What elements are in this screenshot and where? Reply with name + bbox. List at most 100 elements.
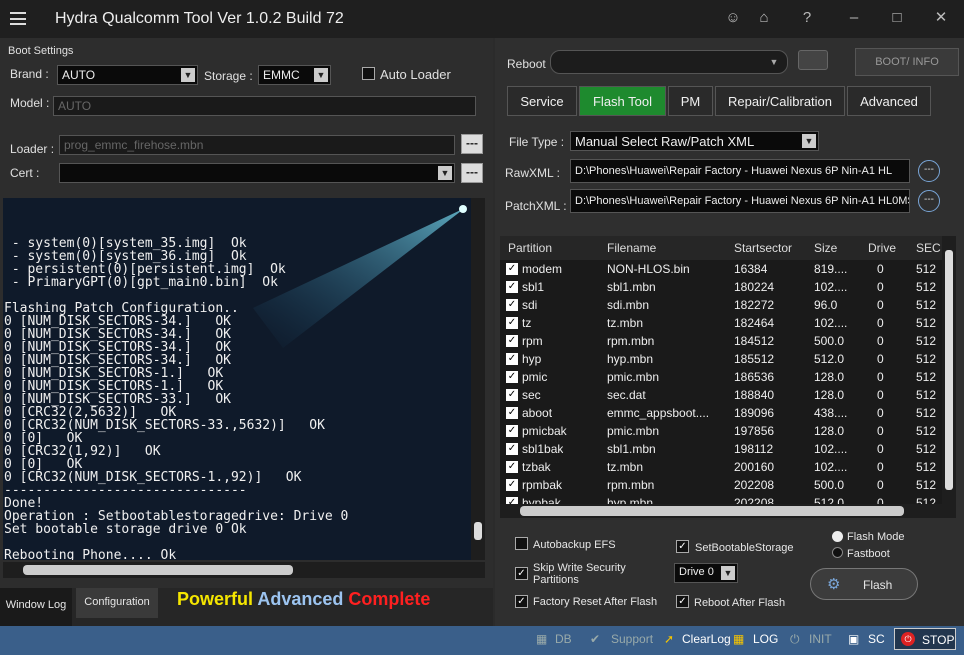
home-icon[interactable]: ⌂ xyxy=(753,8,775,28)
table-horizontal-scrollbar[interactable] xyxy=(500,504,942,518)
tab-advanced[interactable]: Advanced xyxy=(847,86,931,116)
patchxml-input[interactable]: D:\Phones\Huawei\Repair Factory - Huawei… xyxy=(570,189,910,213)
table-cell: 512 xyxy=(916,352,937,366)
table-cell: 198112 xyxy=(734,442,774,456)
file-type-select[interactable]: Manual Select Raw/Patch XML ▼ xyxy=(570,131,819,151)
table-row[interactable]: ✓ rpm rpm.mbn 184512 500.0 0 512 xyxy=(500,332,942,350)
row-checkbox[interactable]: ✓ xyxy=(506,371,518,383)
column-header[interactable]: Partition xyxy=(508,236,552,260)
minimize-icon[interactable]: – xyxy=(843,8,865,28)
factory-reset-label: Factory Reset After Flash xyxy=(533,596,658,608)
slogan: Powerful Advanced Complete xyxy=(177,589,430,610)
table-row[interactable]: ✓ modem NON-HLOS.bin 16384 819.... 0 512 xyxy=(500,260,942,278)
table-row[interactable]: ✓ aboot emmc_appsboot.... 189096 438.... 0 512 xyxy=(500,404,942,422)
column-header[interactable]: Size xyxy=(814,236,837,260)
drive-select[interactable]: Drive 0 ▼ xyxy=(674,563,738,583)
table-row[interactable]: ✓ sec sec.dat 188840 128.0 0 512 xyxy=(500,386,942,404)
row-checkbox[interactable]: ✓ xyxy=(506,443,518,455)
support-button[interactable]: Support xyxy=(611,632,653,646)
row-checkbox[interactable]: ✓ xyxy=(506,461,518,473)
log-vertical-scrollbar[interactable] xyxy=(471,198,485,560)
tab-repair-calibration[interactable]: Repair/Calibration xyxy=(715,86,845,116)
table-row[interactable]: ✓ pmicbak pmic.mbn 197856 128.0 0 512 xyxy=(500,422,942,440)
log-button[interactable]: LOG xyxy=(753,632,778,646)
row-checkbox[interactable]: ✓ xyxy=(506,389,518,401)
column-header[interactable]: Filename xyxy=(607,236,656,260)
row-checkbox[interactable]: ✓ xyxy=(506,281,518,293)
sc-button[interactable]: SC xyxy=(868,632,885,646)
cert-label: Cert : xyxy=(10,166,40,180)
loader-browse-button[interactable]: --- xyxy=(461,134,483,154)
table-cell: 0 xyxy=(877,478,884,492)
rawxml-input[interactable]: D:\Phones\Huawei\Repair Factory - Huawei… xyxy=(570,159,910,183)
brand-select[interactable]: AUTO ▼ xyxy=(57,65,198,85)
autobackup-efs-checkbox[interactable] xyxy=(515,537,528,550)
cert-select[interactable]: ▼ xyxy=(59,163,455,183)
init-button[interactable]: INIT xyxy=(809,632,832,646)
log-line: Set bootable storage drive 0 Ok xyxy=(4,522,247,537)
table-row[interactable]: ✓ pmic pmic.mbn 186536 128.0 0 512 xyxy=(500,368,942,386)
row-checkbox[interactable]: ✓ xyxy=(506,317,518,329)
auto-loader-checkbox[interactable] xyxy=(362,67,375,80)
factory-reset-checkbox[interactable]: ✓ xyxy=(515,595,528,608)
loader-select[interactable]: prog_emmc_firehose.mbn xyxy=(59,135,455,155)
scroll-thumb[interactable] xyxy=(520,506,904,516)
tab-service[interactable]: Service xyxy=(507,86,577,116)
user-icon[interactable]: ☺ xyxy=(722,8,744,28)
table-cell: rpm.mbn xyxy=(607,334,655,348)
column-header[interactable]: Startsector xyxy=(734,236,792,260)
row-checkbox[interactable]: ✓ xyxy=(506,299,518,311)
row-checkbox[interactable]: ✓ xyxy=(506,479,518,491)
maximize-icon[interactable]: □ xyxy=(886,8,908,28)
cert-browse-button[interactable]: --- xyxy=(461,163,483,183)
table-vertical-scrollbar[interactable] xyxy=(942,236,956,518)
reboot-select[interactable]: ▼ xyxy=(550,50,788,74)
tab-window-log[interactable]: Window Log xyxy=(0,588,72,626)
patchxml-browse-button[interactable]: --- xyxy=(918,190,940,212)
fastboot-radio[interactable] xyxy=(832,547,843,558)
reboot-after-checkbox[interactable]: ✓ xyxy=(676,595,689,608)
menu-icon[interactable] xyxy=(10,12,26,25)
table-row[interactable]: ✓ sbl1bak sbl1.mbn 198112 102.... 0 512 xyxy=(500,440,942,458)
table-row[interactable]: ✓ tzbak tz.mbn 200160 102.... 0 512 xyxy=(500,458,942,476)
db-button[interactable]: DB xyxy=(555,632,572,646)
table-row[interactable]: ✓ sdi sdi.mbn 182272 96.0 0 512 xyxy=(500,296,942,314)
scroll-thumb[interactable] xyxy=(945,250,953,490)
tab-configuration[interactable]: Configuration xyxy=(76,588,158,618)
model-select[interactable]: AUTO xyxy=(53,96,476,116)
log-horizontal-scrollbar[interactable] xyxy=(3,562,485,578)
log-line: - PrimaryGPT(0)[gpt_main0.bin] Ok xyxy=(4,275,278,290)
scroll-thumb[interactable] xyxy=(474,522,482,540)
row-checkbox[interactable]: ✓ xyxy=(506,407,518,419)
flash-mode-radio[interactable] xyxy=(832,531,843,542)
stop-button[interactable]: ⏻ STOP xyxy=(894,628,956,650)
flash-button[interactable]: ⚙ Flash xyxy=(810,568,918,600)
tab-pm[interactable]: PM xyxy=(668,86,713,116)
clearlog-button[interactable]: ClearLog xyxy=(682,632,731,646)
rawxml-browse-button[interactable]: --- xyxy=(918,160,940,182)
table-row[interactable]: ✓ hyp hyp.mbn 185512 512.0 0 512 xyxy=(500,350,942,368)
tab-flash-tool[interactable]: Flash Tool xyxy=(579,86,666,116)
storage-select[interactable]: EMMC ▼ xyxy=(258,65,331,85)
row-checkbox[interactable]: ✓ xyxy=(506,263,518,275)
set-bootable-checkbox[interactable]: ✓ xyxy=(676,540,689,553)
row-checkbox[interactable]: ✓ xyxy=(506,335,518,347)
table-row[interactable]: ✓ sbl1 sbl1.mbn 180224 102.... 0 512 xyxy=(500,278,942,296)
column-header[interactable]: Drive xyxy=(868,236,896,260)
row-checkbox[interactable]: ✓ xyxy=(506,353,518,365)
column-header[interactable]: SEC xyxy=(916,236,941,260)
storage-value: EMMC xyxy=(263,68,300,82)
table-cell: 96.0 xyxy=(814,298,838,312)
table-row[interactable]: ✓ rpmbak rpm.mbn 202208 500.0 0 512 xyxy=(500,476,942,494)
scroll-thumb[interactable] xyxy=(23,565,293,575)
table-cell: 512 xyxy=(916,316,937,330)
close-icon[interactable]: ✕ xyxy=(930,8,952,28)
row-checkbox[interactable]: ✓ xyxy=(506,425,518,437)
table-cell: 0 xyxy=(877,334,884,348)
reboot-go-button[interactable] xyxy=(798,50,828,70)
table-cell: rpm xyxy=(522,334,543,348)
help-icon[interactable]: ? xyxy=(796,8,818,28)
table-row[interactable]: ✓ tz tz.mbn 182464 102.... 0 512 xyxy=(500,314,942,332)
skip-write-checkbox[interactable]: ✓ xyxy=(515,567,528,580)
boot-info-button[interactable]: BOOT/ INFO xyxy=(855,48,959,76)
